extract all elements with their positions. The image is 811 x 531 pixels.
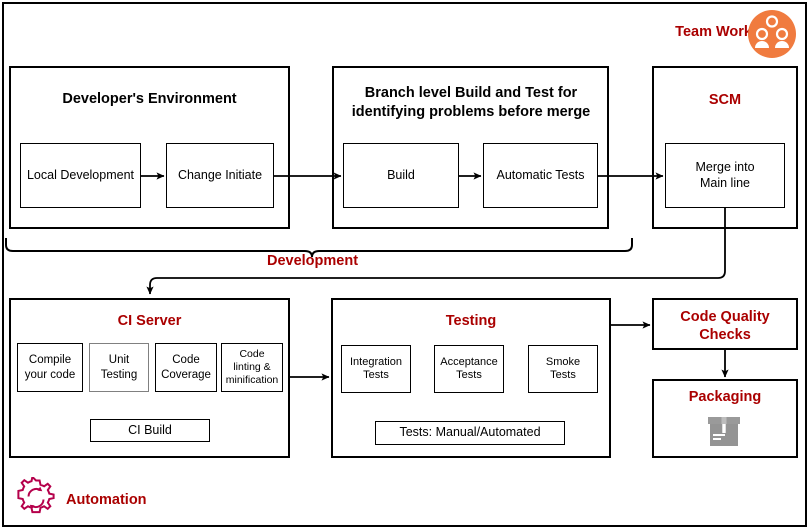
ci-step-code-linting-line1: Code (239, 348, 265, 361)
testing-step-acceptance-line2: Tests (456, 369, 482, 381)
code-quality-title-line2: Checks (699, 327, 751, 344)
ci-step-code-coverage-line1: Code (172, 354, 200, 367)
branch-build-title: Branch level Build and Test for identify… (351, 85, 591, 120)
ci-step-compile-line1: Compile (28, 354, 72, 367)
step-automatic-tests-label: Automatic Tests (496, 167, 585, 182)
package-box-icon (704, 409, 744, 449)
ci-step-code-linting: Code linting & minification (221, 343, 283, 392)
ci-step-code-linting-line3: minification (225, 373, 279, 386)
diagram-canvas: Team Work Developer's Environment Local … (0, 0, 811, 531)
step-change-initiate: Change Initiate (166, 143, 274, 208)
step-merge-line1: Merge into (695, 160, 755, 175)
ci-step-unit-testing-line2: Testing (100, 368, 138, 381)
step-change-initiate-label: Change Initiate (177, 167, 263, 182)
code-quality-title-line1: Code Quality (680, 309, 770, 325)
testing-step-integration: Integration Tests (341, 345, 411, 393)
developer-environment-title: Developer's Environment (62, 91, 237, 107)
testing-step-integration-line2: Tests (363, 369, 389, 381)
step-local-development: Local Development (20, 143, 141, 208)
step-build: Build (343, 143, 459, 208)
ci-step-code-coverage: Code Coverage (155, 343, 217, 392)
ci-step-unit-testing: Unit Testing (89, 343, 149, 392)
scm-title: SCM (708, 92, 742, 108)
ci-build-footer-label: CI Build (128, 422, 172, 437)
testing-title: Testing (445, 313, 497, 329)
step-automatic-tests: Automatic Tests (483, 143, 598, 208)
ci-build-footer: CI Build (90, 419, 210, 442)
testing-step-acceptance-line1: Acceptance (440, 355, 498, 368)
ci-step-code-coverage-line2: Coverage (161, 368, 211, 381)
testing-step-smoke-line1: Smoke (545, 355, 581, 368)
gear-refresh-icon (14, 474, 58, 521)
testing-step-smoke-line2: Tests (550, 369, 576, 381)
testing-footer-label: Tests: Manual/Automated (399, 425, 541, 440)
ci-step-compile-line2: your code (24, 368, 76, 381)
testing-step-smoke: Smoke Tests (528, 345, 598, 393)
step-merge-into-main-line: Merge into Main line (665, 143, 785, 208)
automation-label: Automation (66, 492, 147, 508)
ci-server-title: CI Server (117, 313, 182, 329)
step-merge-line2: Main line (699, 175, 751, 190)
ci-step-compile: Compile your code (17, 343, 83, 392)
code-quality-title: Code Quality Checks (652, 308, 798, 344)
testing-step-integration-line1: Integration (350, 355, 402, 368)
development-bracket-label: Development (266, 253, 359, 269)
team-people-icon (748, 10, 796, 58)
packaging-title: Packaging (688, 389, 762, 405)
testing-step-acceptance: Acceptance Tests (434, 345, 504, 393)
step-local-development-label: Local Development (26, 167, 134, 182)
testing-footer: Tests: Manual/Automated (375, 421, 565, 445)
teamwork-label: Team Work (675, 24, 752, 40)
ci-step-unit-testing-line1: Unit (108, 354, 130, 367)
step-build-label: Build (387, 167, 415, 182)
ci-step-code-linting-line2: linting & (233, 361, 271, 374)
